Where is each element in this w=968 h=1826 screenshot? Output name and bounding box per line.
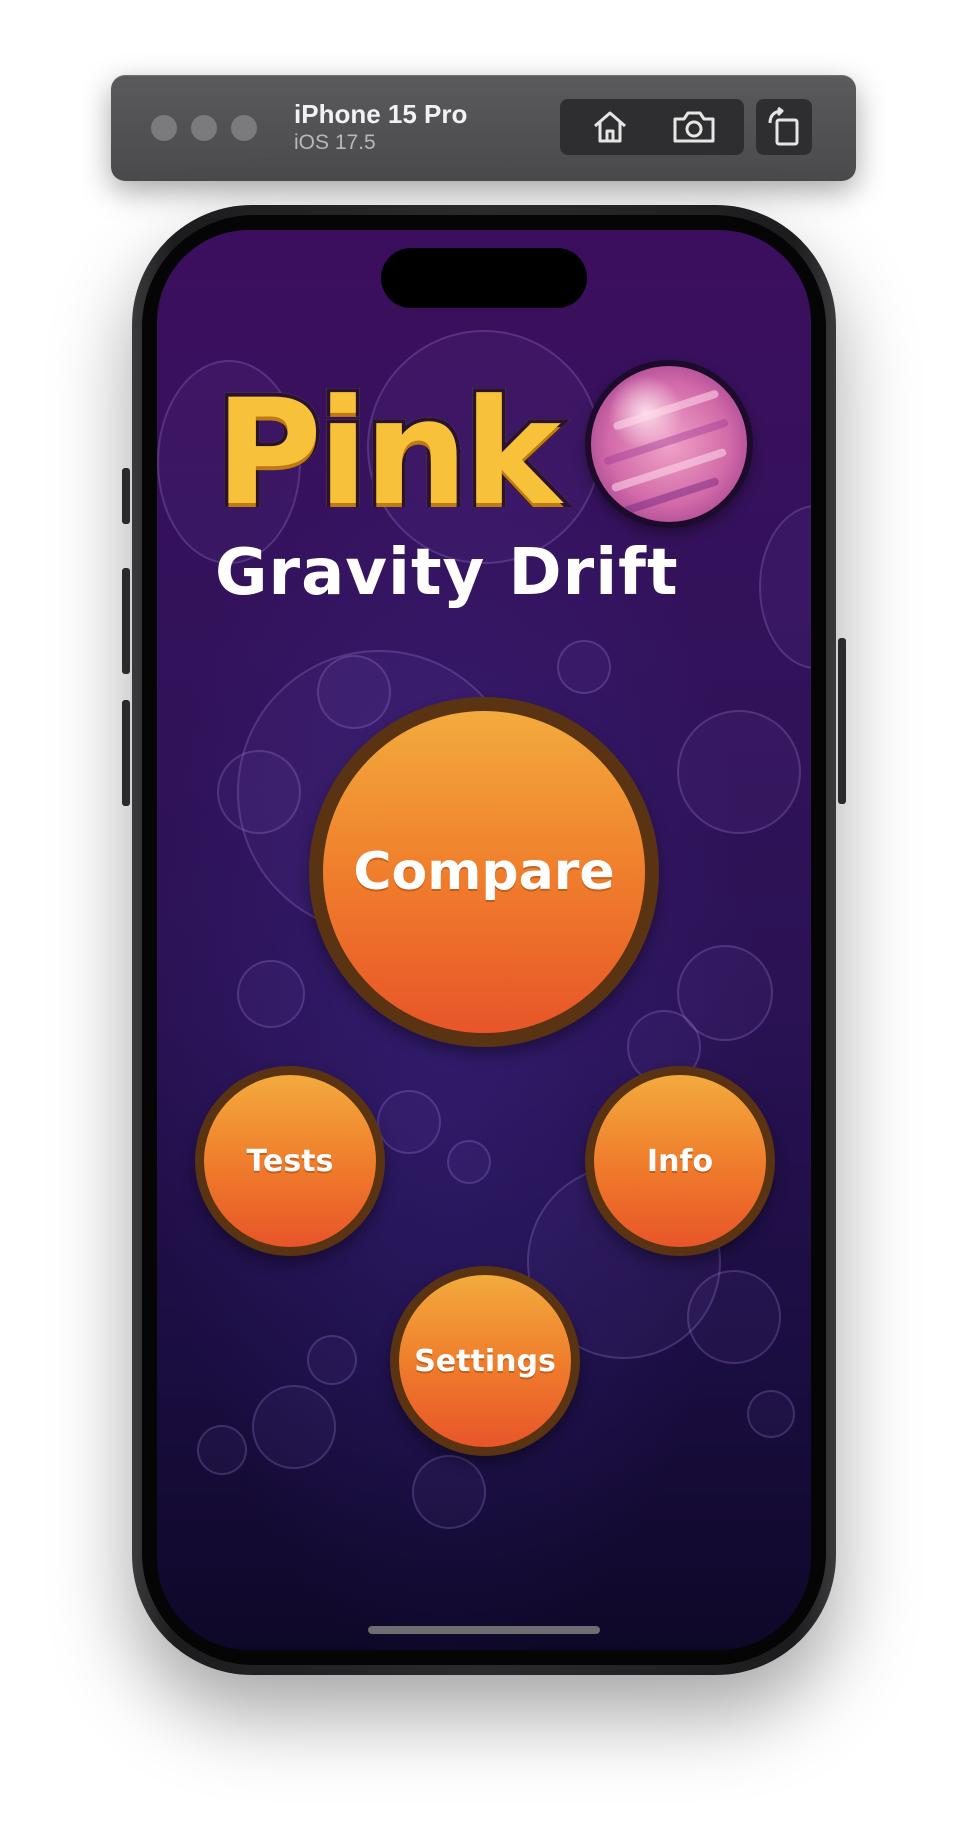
background-bubble [197,1425,247,1475]
background-bubble [412,1455,486,1529]
window-minimize-dot[interactable] [191,115,217,141]
background-bubble [377,1090,441,1154]
background-bubble [557,640,611,694]
tests-button[interactable]: Tests [195,1066,385,1256]
screenshot-button[interactable] [644,99,744,155]
home-indicator[interactable] [368,1626,600,1634]
volume-down-button [122,700,130,806]
compare-button-label: Compare [353,842,615,902]
action-button [122,468,130,524]
dynamic-island [381,248,587,308]
rotate-icon [766,107,802,147]
app-screen: Pink Gravity Drift Compare Tests Info Se… [157,230,811,1650]
os-version: iOS 17.5 [294,131,376,154]
rotate-button[interactable] [756,99,812,155]
background-bubble [747,1390,795,1438]
background-bubble [237,960,305,1028]
background-bubble [759,505,811,669]
planet-logo-icon [585,360,753,528]
logo-title-pink: Pink [211,374,595,532]
simulator-toolbar: iPhone 15 Pro iOS 17.5 [111,75,856,181]
window-close-dot[interactable] [151,115,177,141]
background-bubble [687,1270,781,1364]
info-button-label: Info [646,1143,714,1179]
info-button[interactable]: Info [585,1066,775,1256]
volume-up-button [122,568,130,674]
background-bubble [677,710,801,834]
screenshot-camera-icon [671,108,717,146]
power-button [838,638,846,804]
background-bubble [447,1140,491,1184]
settings-button[interactable]: Settings [390,1266,580,1456]
background-bubble [317,655,391,729]
logo-subtitle: Gravity Drift [215,536,679,610]
background-bubble [307,1335,357,1385]
window-zoom-dot[interactable] [231,115,257,141]
settings-button-label: Settings [414,1343,556,1379]
home-icon [590,107,630,147]
background-bubble [217,750,301,834]
background-bubble [252,1385,336,1469]
tests-button-label: Tests [246,1143,334,1179]
device-name: iPhone 15 Pro [294,99,468,129]
compare-button[interactable]: Compare [309,697,659,1047]
